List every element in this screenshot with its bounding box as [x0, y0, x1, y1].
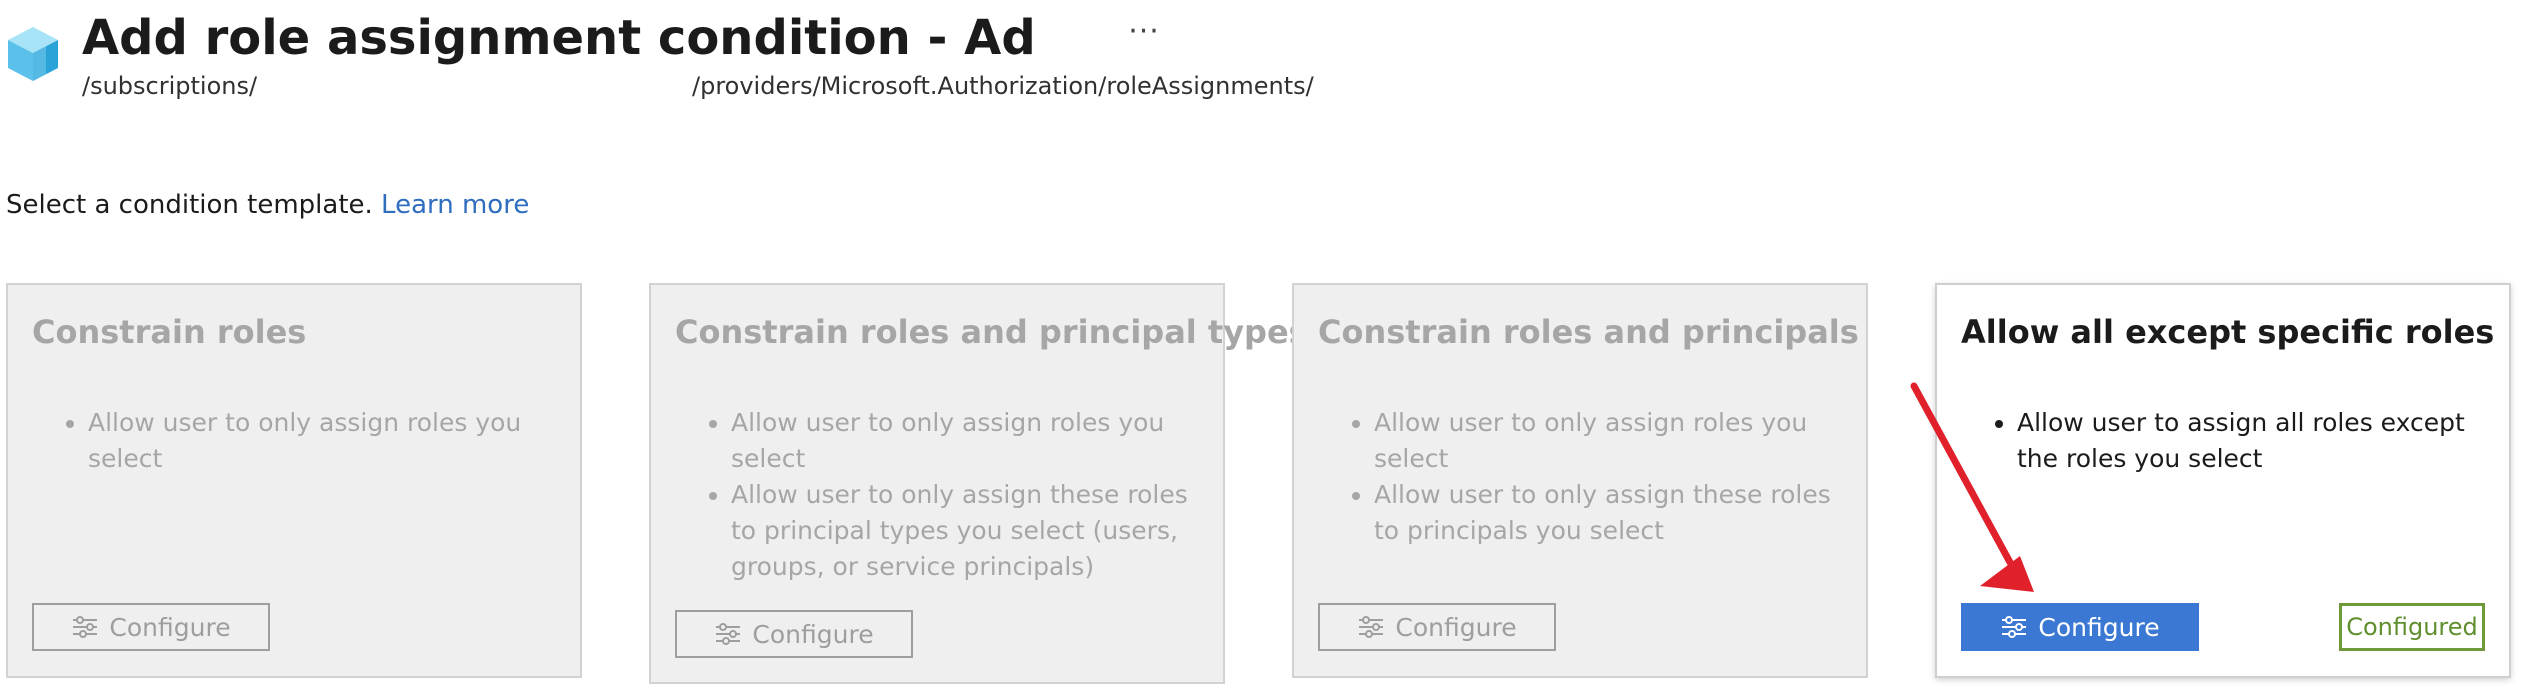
role-assignment-path: /providers/Microsoft.Authorization/roleA… — [692, 72, 1314, 100]
more-options-button[interactable]: ··· — [1124, 16, 1164, 56]
settings-sliders-icon — [1359, 616, 1384, 638]
settings-sliders-icon — [716, 623, 741, 645]
configured-status-badge: Configured — [2339, 603, 2485, 651]
template-card-constrain-roles-principals[interactable]: Constrain roles and principals Allow use… — [1292, 283, 1868, 678]
card-title: Allow all except specific roles — [1961, 313, 2495, 351]
cube-icon — [8, 27, 58, 81]
bullet-item: Allow user to only assign roles you sele… — [1374, 405, 1844, 477]
configure-label: Configure — [752, 619, 874, 649]
page-title: Add role assignment condition - Ad — [82, 10, 1036, 66]
configure-label: Configure — [1395, 612, 1517, 642]
card-description: Allow user to only assign roles you sele… — [701, 405, 1201, 585]
configure-button[interactable]: Configure — [1318, 603, 1556, 651]
intro-text: Select a condition template. — [6, 190, 373, 220]
card-title: Constrain roles and principal types — [675, 313, 1308, 351]
configure-label: Configure — [2038, 612, 2160, 642]
bullet-item: Allow user to only assign these roles to… — [731, 477, 1201, 585]
configure-button[interactable]: Configure — [1961, 603, 2199, 651]
template-intro: Select a condition template. Learn more — [6, 190, 529, 220]
configure-button[interactable]: Configure — [675, 610, 913, 658]
template-card-constrain-roles-principal-types[interactable]: Constrain roles and principal types Allo… — [649, 283, 1308, 684]
page-header: Add role assignment condition - Ad ··· /… — [0, 0, 2540, 110]
configure-label: Configure — [109, 612, 231, 642]
settings-sliders-icon — [73, 616, 98, 638]
configure-button[interactable]: Configure — [32, 603, 270, 651]
card-title: Constrain roles and principals — [1318, 313, 1859, 351]
card-description: Allow user to only assign roles you sele… — [1344, 405, 1844, 549]
subscription-path: /subscriptions/ — [82, 72, 258, 100]
card-description: Allow user to only assign roles you sele… — [58, 405, 558, 477]
bullet-item: Allow user to only assign these roles to… — [1374, 477, 1844, 549]
template-card-constrain-roles[interactable]: Constrain roles Allow user to only assig… — [6, 283, 582, 678]
annotation-arrow-icon — [1910, 382, 2034, 592]
card-description: Allow user to assign all roles except th… — [1987, 405, 2487, 477]
bullet-item: Allow user to only assign roles you sele… — [88, 405, 558, 477]
learn-more-link[interactable]: Learn more — [381, 190, 529, 220]
settings-sliders-icon — [2002, 616, 2027, 638]
bullet-item: Allow user to only assign roles you sele… — [731, 405, 1201, 477]
card-title: Constrain roles — [32, 313, 307, 351]
bullet-item: Allow user to assign all roles except th… — [2017, 405, 2487, 477]
